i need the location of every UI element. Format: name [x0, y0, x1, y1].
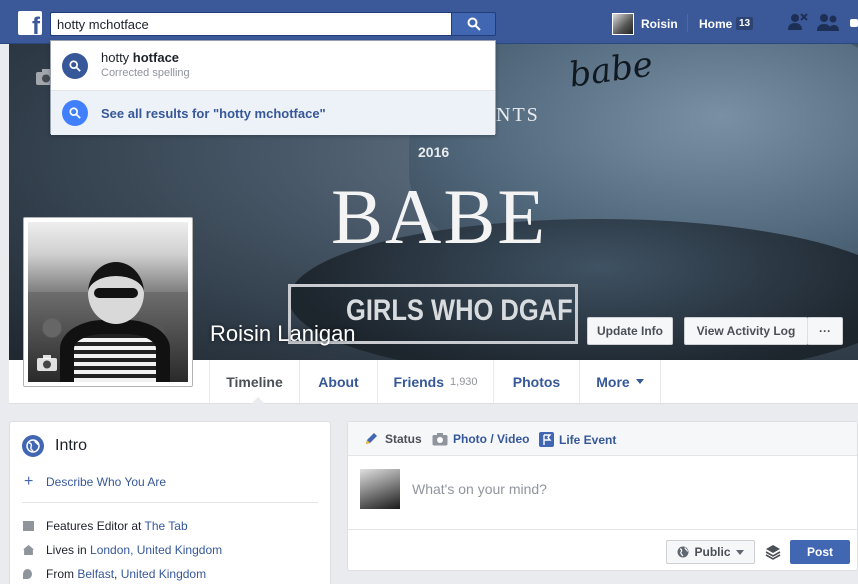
intro-lives: Lives in London, United Kingdom: [46, 543, 222, 557]
friend-requests-icon[interactable]: [816, 11, 840, 33]
life-event-flag-icon: [539, 432, 554, 447]
from-prefix: From: [46, 567, 78, 581]
composer-avatar[interactable]: [360, 469, 400, 509]
post-button[interactable]: Post: [790, 540, 850, 564]
suggestion-corrected[interactable]: hotty hotface Corrected spelling: [51, 41, 495, 90]
profile-picture[interactable]: [23, 217, 193, 387]
from-city-link[interactable]: Belfast: [77, 567, 114, 581]
chevron-down-icon: [635, 379, 644, 384]
describe-who-you-are-link[interactable]: Describe Who You Are: [46, 475, 166, 489]
search-button[interactable]: [451, 12, 496, 36]
location-pin-icon: [23, 569, 32, 579]
chevron-down-icon: [735, 549, 744, 555]
top-navigation-bar: f Roisin Home 13: [0, 0, 858, 44]
plus-icon[interactable]: +: [24, 473, 33, 491]
nav-profile-name[interactable]: Roisin: [641, 17, 678, 31]
nav-home-link[interactable]: Home: [699, 17, 732, 31]
find-friends-icon[interactable]: [786, 11, 810, 33]
facebook-logo[interactable]: f: [18, 11, 42, 35]
globe-icon: [22, 435, 44, 457]
see-all-label: See all results for "hotty mchotface": [101, 106, 326, 121]
nav-avatar[interactable]: [612, 13, 634, 35]
audience-selector[interactable]: Public: [666, 540, 755, 564]
cover-text-nts: NTS: [496, 104, 540, 126]
logo-letter: f: [32, 13, 40, 36]
composer-tab-life-event[interactable]: Life Event: [539, 432, 616, 447]
lives-prefix: Lives in: [46, 543, 91, 557]
intro-divider: [22, 502, 318, 503]
messages-icon[interactable]: [848, 11, 858, 33]
photo-glasses: [94, 288, 138, 298]
life-event-label: Life Event: [559, 432, 617, 447]
suggestion-bold: hotface: [132, 50, 180, 65]
tab-more-label: More: [596, 373, 630, 390]
tab-friends[interactable]: Friends 1,930: [377, 360, 493, 403]
intro-card: Intro + Describe Who You Are Features Ed…: [9, 421, 331, 584]
photo-video-label: Photo / Video: [453, 432, 530, 446]
search-suggestions: hotty hotface Corrected spelling See all…: [50, 40, 496, 135]
tab-friends-label: Friends: [393, 373, 445, 390]
composer-tab-photo-video[interactable]: Photo / Video: [432, 432, 529, 446]
intro-title: Intro: [55, 437, 88, 454]
search-icon: [62, 100, 88, 126]
composer-tabs: Status Photo / Video Life Event: [348, 422, 857, 456]
cover-text-year: 2016: [418, 144, 450, 160]
friends-count: 1,930: [450, 375, 478, 388]
work-link[interactable]: The Tab: [145, 519, 188, 533]
tab-photos[interactable]: Photos: [493, 360, 579, 403]
search-icon: [467, 17, 481, 31]
suggestion-title: hotty hotface: [101, 50, 179, 65]
lives-link[interactable]: London, United Kingdom: [90, 543, 222, 557]
post-composer: Status Photo / Video Life Event What's o…: [347, 421, 858, 571]
tab-more[interactable]: More: [579, 360, 661, 403]
layers-icon[interactable]: [764, 543, 782, 561]
composer-input[interactable]: What's on your mind?: [412, 481, 547, 497]
tab-about[interactable]: About: [299, 360, 377, 403]
home-icon: [23, 545, 34, 555]
intro-work: Features Editor at The Tab: [46, 519, 188, 533]
briefcase-icon: [23, 521, 34, 531]
intro-from: From Belfast, United Kingdom: [46, 567, 206, 581]
cover-text-babe: BABE: [331, 173, 548, 260]
cover-text-dgaf: GIRLS WHO DGAF: [346, 294, 573, 327]
nav-divider: [687, 14, 688, 32]
home-count-badge: 13: [736, 17, 754, 30]
view-activity-log-button[interactable]: View Activity Log: [684, 317, 808, 345]
suggestion-subtitle: Corrected spelling: [101, 67, 190, 79]
camera-icon[interactable]: [36, 354, 58, 372]
pencil-icon: [366, 433, 377, 444]
update-info-button[interactable]: Update Info: [587, 317, 673, 345]
profile-name[interactable]: Roisin Lanigan: [210, 321, 356, 347]
composer-footer: Public Post: [348, 529, 857, 571]
search-icon: [62, 53, 88, 79]
photo-jacket: [60, 320, 170, 382]
status-label: Status: [385, 432, 422, 446]
from-separator: ,: [114, 567, 121, 581]
work-prefix: Features Editor at: [46, 519, 145, 533]
suggestion-prefix: hotty: [101, 50, 133, 65]
see-all-results[interactable]: See all results for "hotty mchotface": [51, 90, 495, 135]
camera-icon: [432, 432, 448, 445]
search-input[interactable]: [50, 12, 451, 36]
from-country-link[interactable]: United Kingdom: [121, 567, 206, 581]
globe-icon: [677, 546, 689, 558]
audience-label: Public: [694, 545, 731, 559]
composer-tab-status[interactable]: Status: [364, 432, 422, 446]
active-tab-caret: [251, 397, 265, 404]
more-options-button[interactable]: ···: [807, 317, 843, 345]
